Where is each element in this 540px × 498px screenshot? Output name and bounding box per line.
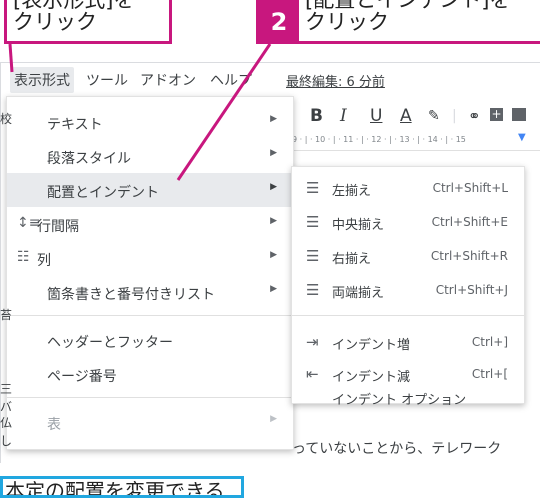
shortcut-label: Ctrl+] — [471, 335, 508, 349]
submenu-item-label: インデント オプション — [332, 393, 467, 408]
menu-item-line-spacing[interactable]: ↕≡ 行間隔 ▶ — [7, 207, 293, 241]
ruler: 9 · | · 10 · | · 11 · | · 12 · | · 13 · … — [292, 132, 540, 151]
toolbar: B I U A ✎ | ⚭ + — [292, 100, 540, 134]
menu-item-label: 箇条書きと番号付きリスト — [47, 287, 215, 303]
shortcut-label: Ctrl+Shift+J — [435, 283, 508, 297]
columns-icon: ☷ — [17, 249, 30, 265]
doc-left-char: 苔 — [0, 308, 13, 322]
shortcut-label: Ctrl+Shift+E — [431, 215, 508, 229]
insert-image-icon[interactable] — [512, 108, 526, 121]
italic-button[interactable]: I — [340, 106, 347, 126]
underline-button[interactable]: U — [370, 106, 382, 126]
menu-item-label: 列 — [37, 253, 51, 269]
submenu-arrow-icon: ▶ — [270, 250, 277, 260]
submenu-item-label: 右揃え — [332, 252, 372, 267]
menu-item-label: ページ番号 — [47, 369, 117, 385]
add-comment-icon[interactable]: + — [490, 108, 503, 121]
menu-item-label: ヘッダーとフッター — [47, 335, 173, 351]
step-number-badge: 2 — [259, 0, 299, 41]
menu-addons[interactable]: アドオン — [140, 70, 196, 90]
document-body-text: っていないことから、テレワーク — [292, 441, 502, 457]
indent-decrease-icon: ⇤ — [306, 365, 319, 383]
indent-marker-icon[interactable]: ▼ — [518, 132, 526, 143]
callout-text: クリック — [13, 10, 97, 34]
ruler-ticks: 9 · | · 10 · | · 11 · | · 12 · | · 13 · … — [292, 135, 466, 144]
doc-left-char: バ — [0, 400, 13, 414]
menu-item-text[interactable]: テキスト ▶ — [7, 105, 293, 139]
submenu-item-label: インデント増 — [332, 338, 411, 353]
menu-separator — [292, 315, 524, 316]
shortcut-label: Ctrl+Shift+L — [432, 181, 508, 195]
caption-box: 本定の配置を変更できる — [0, 476, 244, 498]
menu-item-label: テキスト — [47, 117, 103, 133]
menu-item-label: 表 — [47, 417, 61, 433]
menu-item-header-footer[interactable]: ヘッダーとフッター — [7, 323, 293, 357]
menubar: 表示形式 ツール アドオン ヘルプ 最終編集: 6 分前 — [0, 62, 540, 94]
menu-separator — [7, 315, 293, 316]
submenu-arrow-icon: ▶ — [270, 114, 277, 124]
menu-item-columns[interactable]: ☷ 列 ▶ — [7, 241, 293, 275]
submenu-arrow-icon: ▶ — [270, 284, 277, 294]
menu-help[interactable]: ヘルプ — [210, 70, 252, 90]
submenu-item-label: インデント減 — [332, 370, 411, 385]
menu-tools[interactable]: ツール — [86, 70, 128, 90]
indent-increase-icon: ⇥ — [306, 333, 319, 351]
align-right-icon: ☰ — [306, 247, 320, 265]
menu-item-label: 配置とインデント — [47, 185, 159, 201]
menu-item-label: 段落スタイル — [47, 151, 131, 167]
submenu-item-label: 左揃え — [332, 184, 372, 199]
doc-left-char: 仏 — [0, 416, 13, 430]
submenu-item-left-align[interactable]: ☰ 左揃え Ctrl+Shift+L — [292, 173, 524, 203]
submenu-item-justify[interactable]: ☰ 両端揃え Ctrl+Shift+J — [292, 275, 524, 305]
submenu-item-indent-options[interactable]: インデント オプション — [292, 389, 524, 408]
submenu-item-center-align[interactable]: ☰ 中央揃え Ctrl+Shift+E — [292, 207, 524, 237]
align-left-icon: ☰ — [306, 179, 320, 197]
menu-item-table: 表 ▶ — [7, 405, 293, 439]
callout-step-1: [表示形式]を クリック — [4, 0, 172, 44]
callout-step-2: 2 [配置とインデント]を クリック — [256, 0, 540, 44]
last-edit-link[interactable]: 最終編集: 6 分前 — [286, 71, 385, 90]
menu-separator — [7, 397, 293, 398]
menu-format[interactable]: 表示形式 — [10, 67, 74, 93]
submenu-item-right-align[interactable]: ☰ 右揃え Ctrl+Shift+R — [292, 241, 524, 271]
bold-button[interactable]: B — [310, 106, 323, 126]
doc-left-char: し — [0, 434, 13, 448]
menu-item-paragraph-styles[interactable]: 段落スタイル ▶ — [7, 139, 293, 173]
link-icon[interactable]: ⚭ — [468, 107, 481, 125]
shortcut-label: Ctrl+[ — [471, 367, 508, 381]
submenu-item-label: 中央揃え — [332, 218, 385, 233]
toolbar-divider: | — [452, 108, 457, 124]
doc-left-char: 三 — [0, 382, 13, 396]
highlight-pen-icon[interactable]: ✎ — [428, 108, 440, 124]
menu-item-page-numbers[interactable]: ページ番号 — [7, 357, 293, 391]
submenu-arrow-icon: ▶ — [270, 148, 277, 158]
submenu-item-label: 両端揃え — [332, 286, 385, 301]
menu-item-align-indent[interactable]: 配置とインデント ▶ — [7, 173, 293, 207]
submenu-item-increase-indent[interactable]: ⇥ インデント増 Ctrl+] — [292, 327, 524, 357]
submenu-item-decrease-indent[interactable]: ⇤ インデント減 Ctrl+[ — [292, 359, 524, 389]
menu-item-label: 行間隔 — [37, 219, 79, 235]
format-menu: テキスト ▶ 段落スタイル ▶ 配置とインデント ▶ ↕≡ 行間隔 ▶ ☷ 列 … — [6, 96, 294, 450]
text-color-button[interactable]: A — [400, 106, 412, 126]
submenu-arrow-icon: ▶ — [270, 216, 277, 226]
align-center-icon: ☰ — [306, 213, 320, 231]
submenu-arrow-icon: ▶ — [270, 182, 277, 192]
submenu-arrow-icon: ▶ — [270, 414, 277, 424]
shortcut-label: Ctrl+Shift+R — [430, 249, 508, 263]
align-justify-icon: ☰ — [306, 281, 320, 299]
menu-item-bullets-numbering[interactable]: 箇条書きと番号付きリスト ▶ — [7, 275, 293, 309]
align-indent-submenu: ☰ 左揃え Ctrl+Shift+L ☰ 中央揃え Ctrl+Shift+E ☰… — [291, 166, 525, 408]
doc-left-char: 校 — [0, 112, 13, 126]
callout-text: クリック — [305, 10, 389, 34]
